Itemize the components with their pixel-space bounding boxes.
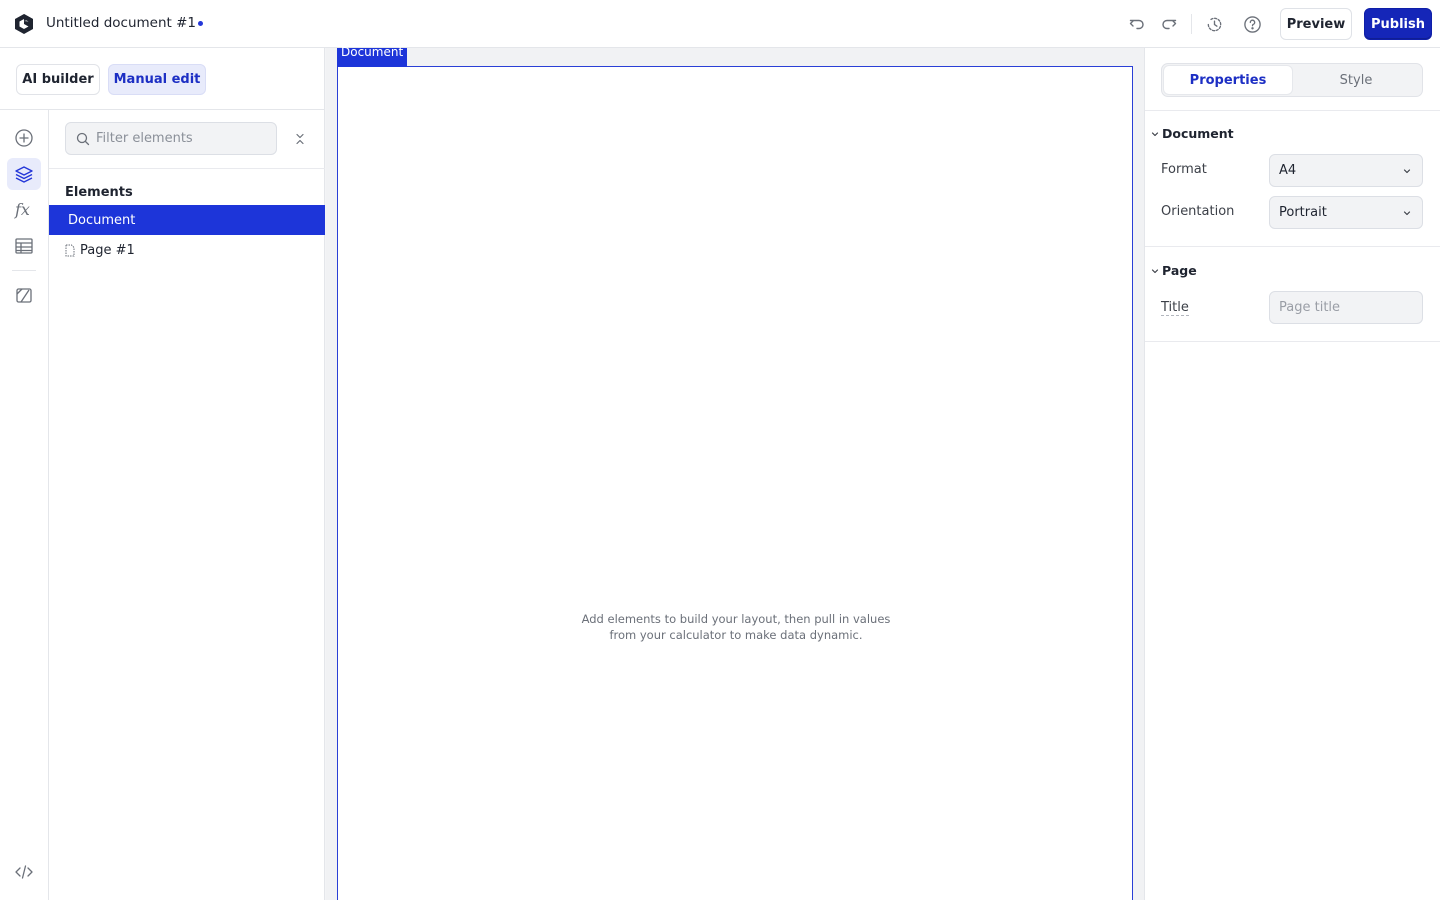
- svg-text:fx: fx: [14, 200, 30, 219]
- page-title-input[interactable]: [1279, 300, 1414, 315]
- function-icon[interactable]: fx: [7, 194, 41, 226]
- tree-item-label: Document: [68, 212, 136, 228]
- hint-line: from your calculator to make data dynami…: [609, 628, 863, 642]
- tab-properties[interactable]: Properties: [1164, 66, 1292, 94]
- undo-icon[interactable]: [1126, 13, 1148, 35]
- format-label: Format: [1161, 162, 1207, 177]
- filter-box: [65, 122, 277, 155]
- page-section-header[interactable]: Page: [1149, 263, 1197, 278]
- tree-item-page[interactable]: Page #1: [49, 235, 325, 265]
- tab-style[interactable]: Style: [1292, 66, 1420, 94]
- filter-elements-input[interactable]: [96, 131, 266, 146]
- add-icon[interactable]: [7, 122, 41, 154]
- preview-button[interactable]: Preview: [1280, 8, 1352, 40]
- toolbar-divider: [1191, 14, 1192, 34]
- selection-tag: Document: [337, 45, 407, 67]
- format-select[interactable]: A4: [1269, 154, 1423, 187]
- orientation-value: Portrait: [1279, 205, 1327, 220]
- chevron-down-icon: [1402, 208, 1412, 218]
- orientation-label: Orientation: [1161, 204, 1235, 219]
- panel-divider: [1145, 110, 1440, 111]
- mode-switcher: AI builder Manual edit: [0, 48, 325, 110]
- code-icon[interactable]: [7, 856, 41, 888]
- section-divider: [1145, 246, 1440, 247]
- unsaved-indicator: [198, 21, 203, 26]
- redo-icon[interactable]: [1158, 13, 1180, 35]
- chevron-down-icon: [1149, 128, 1161, 140]
- selection-tag-label: Document: [341, 45, 404, 59]
- tree-item-document[interactable]: Document: [49, 205, 325, 235]
- publish-button[interactable]: Publish: [1364, 8, 1432, 40]
- canvas: Add elements to build your layout, then …: [326, 45, 1144, 900]
- page-title-label: Title: [1161, 300, 1189, 316]
- orientation-select[interactable]: Portrait: [1269, 196, 1423, 229]
- theme-icon[interactable]: [7, 279, 41, 311]
- chevron-down-icon: [1402, 166, 1412, 176]
- elements-heading: Elements: [65, 185, 133, 200]
- help-icon[interactable]: [1241, 13, 1263, 35]
- format-value: A4: [1279, 163, 1297, 178]
- left-rail: fx: [0, 110, 49, 900]
- empty-canvas-hint: Add elements to build your layout, then …: [338, 611, 1134, 643]
- section-title: Document: [1162, 126, 1234, 141]
- hint-line: Add elements to build your layout, then …: [581, 612, 891, 626]
- document-section-header[interactable]: Document: [1149, 126, 1234, 141]
- collapse-all-icon[interactable]: [291, 130, 309, 148]
- tree-item-label: Page #1: [80, 242, 135, 258]
- document-page[interactable]: Add elements to build your layout, then …: [337, 66, 1133, 900]
- search-icon: [76, 132, 90, 146]
- page-title-field: [1269, 291, 1423, 324]
- layers-icon[interactable]: [7, 158, 41, 190]
- chevron-down-icon: [1149, 265, 1161, 277]
- panel-tabs: Properties Style: [1161, 63, 1423, 97]
- rail-divider: [12, 270, 36, 271]
- top-bar: Untitled document #1 Preview Publish: [0, 0, 1440, 48]
- logo-icon[interactable]: [12, 12, 36, 36]
- page-icon: [65, 244, 75, 257]
- section-title: Page: [1162, 263, 1197, 278]
- history-icon[interactable]: [1203, 13, 1225, 35]
- panel-divider: [49, 168, 325, 169]
- properties-panel: Properties Style Document Format A4 Orie…: [1144, 48, 1440, 900]
- elements-panel: Elements Document Page #1: [49, 110, 325, 900]
- section-divider: [1145, 341, 1440, 342]
- document-title[interactable]: Untitled document #1: [46, 14, 196, 32]
- table-icon[interactable]: [7, 230, 41, 262]
- ai-builder-button[interactable]: AI builder: [16, 64, 100, 95]
- manual-edit-button[interactable]: Manual edit: [108, 64, 206, 95]
